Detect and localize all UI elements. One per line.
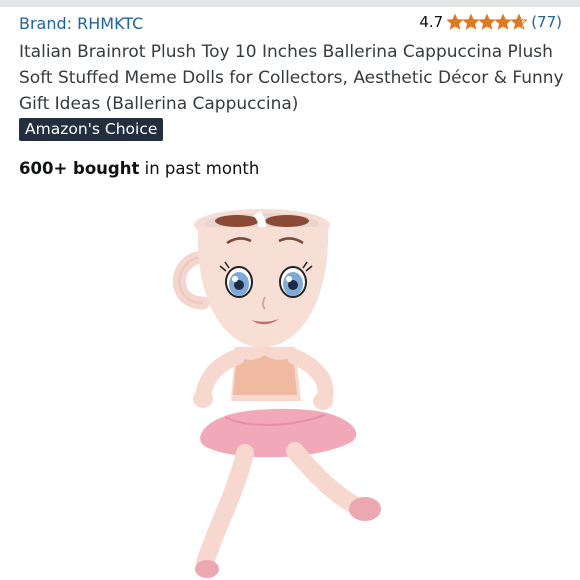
product-title: Italian Brainrot Plush Toy 10 Inches Bal…: [19, 42, 564, 114]
amazons-choice-badge: Amazon's Choice: [19, 118, 164, 141]
review-count-link[interactable]: (77): [531, 13, 562, 31]
rating-value: 4.7: [419, 13, 444, 31]
star-icon: [447, 14, 464, 30]
brand-link[interactable]: Brand: RHMKTC: [19, 14, 143, 33]
star-icon: [479, 14, 496, 30]
bought-count-number: 600+ bought: [19, 159, 140, 178]
rating-row[interactable]: 4.7 (77): [419, 13, 562, 31]
product-image[interactable]: [165, 205, 420, 580]
star-rating[interactable]: [447, 14, 528, 30]
bought-count-suffix: in past month: [139, 159, 260, 178]
star-icon: [495, 14, 512, 30]
star-icon: [511, 14, 528, 30]
star-icon: [463, 14, 480, 30]
top-divider: [0, 0, 580, 7]
bought-count: 600+ bought in past month: [19, 159, 259, 178]
